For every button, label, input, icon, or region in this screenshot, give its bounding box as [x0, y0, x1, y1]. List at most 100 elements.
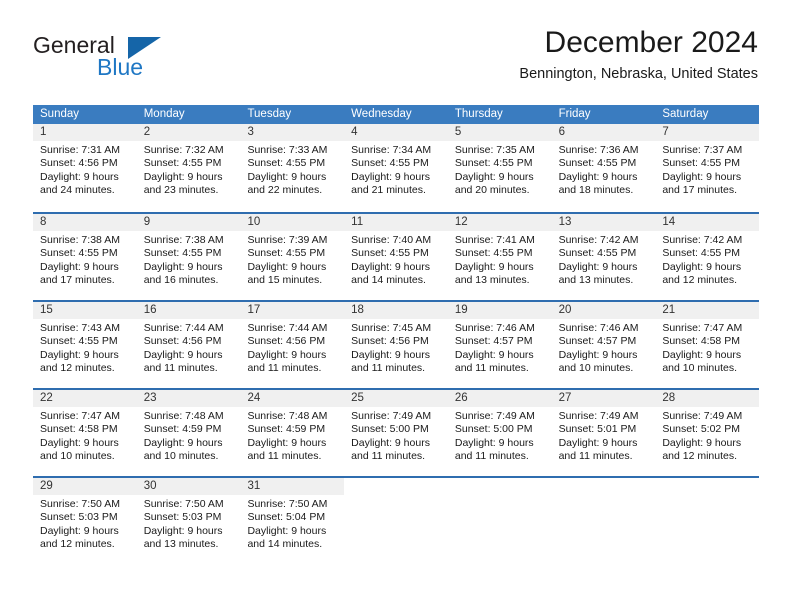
- sunset-text: Sunset: 4:55 PM: [662, 247, 740, 260]
- sunrise-text: Sunrise: 7:40 AM: [351, 234, 432, 246]
- daylight-line1-text: Daylight: 9 hours: [454, 436, 534, 449]
- day-cell[interactable]: 30 Sunrise: 7:50 AM Sunset: 5:03 PM Dayligh…: [136, 478, 241, 564]
- day-cell[interactable]: 22 Sunrise: 7:47 AM Sunset: 4:58 PM Dayligh…: [33, 390, 137, 476]
- sunset-text: Sunset: 4:55 PM: [454, 247, 533, 260]
- day-number: 25: [344, 390, 448, 407]
- daylight-line2-text: and 17 minutes.: [662, 184, 738, 197]
- day-number: 22: [33, 390, 137, 407]
- day-cell[interactable]: 17 Sunrise: 7:44 AM Sunset: 4:56 PM Dayligh…: [240, 302, 345, 388]
- day-cell[interactable]: 8 Sunrise: 7:38 AM Sunset: 4:55 PM Daylight…: [33, 214, 137, 300]
- day-info: Sunrise: 7:43 AM Sunset: 4:55 PM Daylight:…: [33, 319, 137, 376]
- sunset-text: Sunset: 5:01 PM: [558, 423, 637, 436]
- daylight-line1-text: Daylight: 9 hours: [454, 170, 534, 183]
- day-number: [344, 478, 448, 495]
- day-info: Sunrise: 7:50 AM Sunset: 5:03 PM Daylight:…: [33, 495, 137, 552]
- sunset-text: Sunset: 4:55 PM: [40, 247, 118, 260]
- weekday-header-tuesday: Tuesday: [247, 108, 292, 120]
- daylight-line2-text: and 21 minutes.: [351, 184, 426, 197]
- daylight-line1-text: Daylight: 9 hours: [40, 170, 119, 183]
- day-cell[interactable]: 9 Sunrise: 7:38 AM Sunset: 4:55 PM Daylight…: [136, 214, 241, 300]
- daylight-line2-text: and 18 minutes.: [558, 184, 634, 197]
- day-cell[interactable]: 13 Sunrise: 7:42 AM Sunset: 4:55 PM Dayligh…: [551, 214, 656, 300]
- day-cell[interactable]: 10 Sunrise: 7:39 AM Sunset: 4:55 PM Dayligh…: [240, 214, 345, 300]
- day-cell[interactable]: 6 Sunrise: 7:36 AM Sunset: 4:55 PM Daylight…: [551, 124, 656, 212]
- sunrise-text: Sunrise: 7:35 AM: [454, 144, 535, 156]
- day-cell[interactable]: 2 Sunrise: 7:32 AM Sunset: 4:55 PM Daylight…: [136, 124, 241, 212]
- day-cell[interactable]: 25 Sunrise: 7:49 AM Sunset: 5:00 PM Dayligh…: [344, 390, 448, 476]
- day-number: 18: [344, 302, 448, 319]
- daylight-line1-text: Daylight: 9 hours: [454, 348, 534, 361]
- sunrise-text: Sunrise: 7:42 AM: [662, 234, 743, 246]
- day-info: Sunrise: 7:46 AM Sunset: 4:57 PM Daylight:…: [552, 319, 656, 376]
- day-cell[interactable]: 3 Sunrise: 7:33 AM Sunset: 4:55 PM Daylight…: [240, 124, 345, 212]
- daylight-line2-text: and 10 minutes.: [662, 362, 738, 375]
- day-cell[interactable]: 29 Sunrise: 7:50 AM Sunset: 5:03 PM Dayligh…: [33, 478, 137, 564]
- sunset-text: Sunset: 5:03 PM: [40, 511, 118, 524]
- day-cell[interactable]: 27 Sunrise: 7:49 AM Sunset: 5:01 PM Dayligh…: [551, 390, 656, 476]
- general-blue-logo[interactable]: General Blue: [33, 32, 223, 92]
- day-cell[interactable]: 5 Sunrise: 7:35 AM Sunset: 4:55 PM Daylight…: [447, 124, 552, 212]
- day-info: Sunrise: 7:38 AM Sunset: 4:55 PM Daylight:…: [137, 231, 241, 288]
- sunset-text: Sunset: 5:04 PM: [247, 511, 326, 524]
- daylight-line2-text: and 10 minutes.: [558, 362, 634, 375]
- day-cell[interactable]: 14 Sunrise: 7:42 AM Sunset: 4:55 PM Dayligh…: [655, 214, 760, 300]
- day-cell[interactable]: 31 Sunrise: 7:50 AM Sunset: 5:04 PM Dayligh…: [240, 478, 345, 564]
- daylight-line1-text: Daylight: 9 hours: [558, 260, 638, 273]
- daylight-line2-text: and 13 minutes.: [143, 538, 219, 551]
- day-info: Sunrise: 7:44 AM Sunset: 4:56 PM Daylight:…: [137, 319, 241, 376]
- day-cell[interactable]: 12 Sunrise: 7:41 AM Sunset: 4:55 PM Dayligh…: [447, 214, 552, 300]
- day-cell[interactable]: 23 Sunrise: 7:48 AM Sunset: 4:59 PM Dayligh…: [136, 390, 241, 476]
- day-cell[interactable]: 26 Sunrise: 7:49 AM Sunset: 5:00 PM Dayligh…: [447, 390, 552, 476]
- day-cell[interactable]: 28 Sunrise: 7:49 AM Sunset: 5:02 PM Dayligh…: [655, 390, 760, 476]
- day-cell[interactable]: 20 Sunrise: 7:46 AM Sunset: 4:57 PM Dayligh…: [551, 302, 656, 388]
- daylight-line2-text: and 10 minutes.: [40, 450, 115, 463]
- day-cell[interactable]: 1 Sunrise: 7:31 AM Sunset: 4:56 PM Daylight…: [33, 124, 137, 212]
- day-info: Sunrise: 7:49 AM Sunset: 5:00 PM Daylight:…: [344, 407, 448, 464]
- sunset-text: Sunset: 4:57 PM: [454, 335, 533, 348]
- day-cell[interactable]: 11 Sunrise: 7:40 AM Sunset: 4:55 PM Dayligh…: [344, 214, 448, 300]
- day-cell[interactable]: 24 Sunrise: 7:48 AM Sunset: 4:59 PM Dayligh…: [240, 390, 345, 476]
- sunset-text: Sunset: 4:56 PM: [247, 335, 326, 348]
- weekday-header-row: Sunday Monday Tuesday Wednesday Thursday…: [33, 105, 759, 124]
- daylight-line1-text: Daylight: 9 hours: [558, 348, 638, 361]
- daylight-line1-text: Daylight: 9 hours: [247, 436, 327, 449]
- daylight-line2-text: and 13 minutes.: [558, 274, 634, 287]
- daylight-line2-text: and 13 minutes.: [454, 274, 530, 287]
- day-cell[interactable]: 16 Sunrise: 7:44 AM Sunset: 4:56 PM Dayligh…: [136, 302, 241, 388]
- sunrise-text: Sunrise: 7:31 AM: [40, 144, 120, 156]
- day-info: Sunrise: 7:50 AM Sunset: 5:04 PM Daylight:…: [240, 495, 344, 552]
- daylight-line1-text: Daylight: 9 hours: [662, 348, 742, 361]
- day-cell-empty: [447, 478, 552, 564]
- day-info: Sunrise: 7:38 AM Sunset: 4:55 PM Daylight:…: [33, 231, 137, 288]
- sunset-text: Sunset: 5:00 PM: [454, 423, 533, 436]
- day-number: 30: [136, 478, 241, 495]
- day-number: 19: [447, 302, 552, 319]
- weekday-header-friday: Friday: [558, 108, 591, 120]
- daylight-line2-text: and 11 minutes.: [143, 362, 218, 375]
- day-cell[interactable]: 19 Sunrise: 7:46 AM Sunset: 4:57 PM Dayligh…: [447, 302, 552, 388]
- sunset-text: Sunset: 4:56 PM: [40, 157, 118, 170]
- day-number: 5: [447, 124, 552, 141]
- weekday-header-wednesday: Wednesday: [351, 108, 412, 120]
- day-cell[interactable]: 4 Sunrise: 7:34 AM Sunset: 4:55 PM Daylight…: [344, 124, 448, 212]
- day-cell-empty: [551, 478, 656, 564]
- day-number: 23: [136, 390, 241, 407]
- sunrise-text: Sunrise: 7:50 AM: [247, 498, 328, 510]
- day-cell[interactable]: 21 Sunrise: 7:47 AM Sunset: 4:58 PM Dayligh…: [655, 302, 760, 388]
- daylight-line2-text: and 11 minutes.: [247, 450, 322, 463]
- day-cell[interactable]: 15 Sunrise: 7:43 AM Sunset: 4:55 PM Dayligh…: [33, 302, 137, 388]
- day-cell[interactable]: 7 Sunrise: 7:37 AM Sunset: 4:55 PM Daylight…: [655, 124, 760, 212]
- daylight-line2-text: and 12 minutes.: [662, 274, 738, 287]
- sunset-text: Sunset: 4:56 PM: [143, 335, 222, 348]
- page-title: December 2024: [544, 26, 758, 59]
- daylight-line2-text: and 22 minutes.: [247, 184, 323, 197]
- day-number: 26: [447, 390, 552, 407]
- day-number: 13: [551, 214, 656, 231]
- day-info: Sunrise: 7:44 AM Sunset: 4:56 PM Daylight:…: [240, 319, 344, 376]
- day-info: Sunrise: 7:49 AM Sunset: 5:01 PM Daylight:…: [552, 407, 656, 464]
- day-info: Sunrise: 7:40 AM Sunset: 4:55 PM Daylight:…: [344, 231, 448, 288]
- day-number: 20: [551, 302, 656, 319]
- sunset-text: Sunset: 4:58 PM: [40, 423, 118, 436]
- day-number: 29: [33, 478, 137, 495]
- day-cell[interactable]: 18 Sunrise: 7:45 AM Sunset: 4:56 PM Dayligh…: [344, 302, 448, 388]
